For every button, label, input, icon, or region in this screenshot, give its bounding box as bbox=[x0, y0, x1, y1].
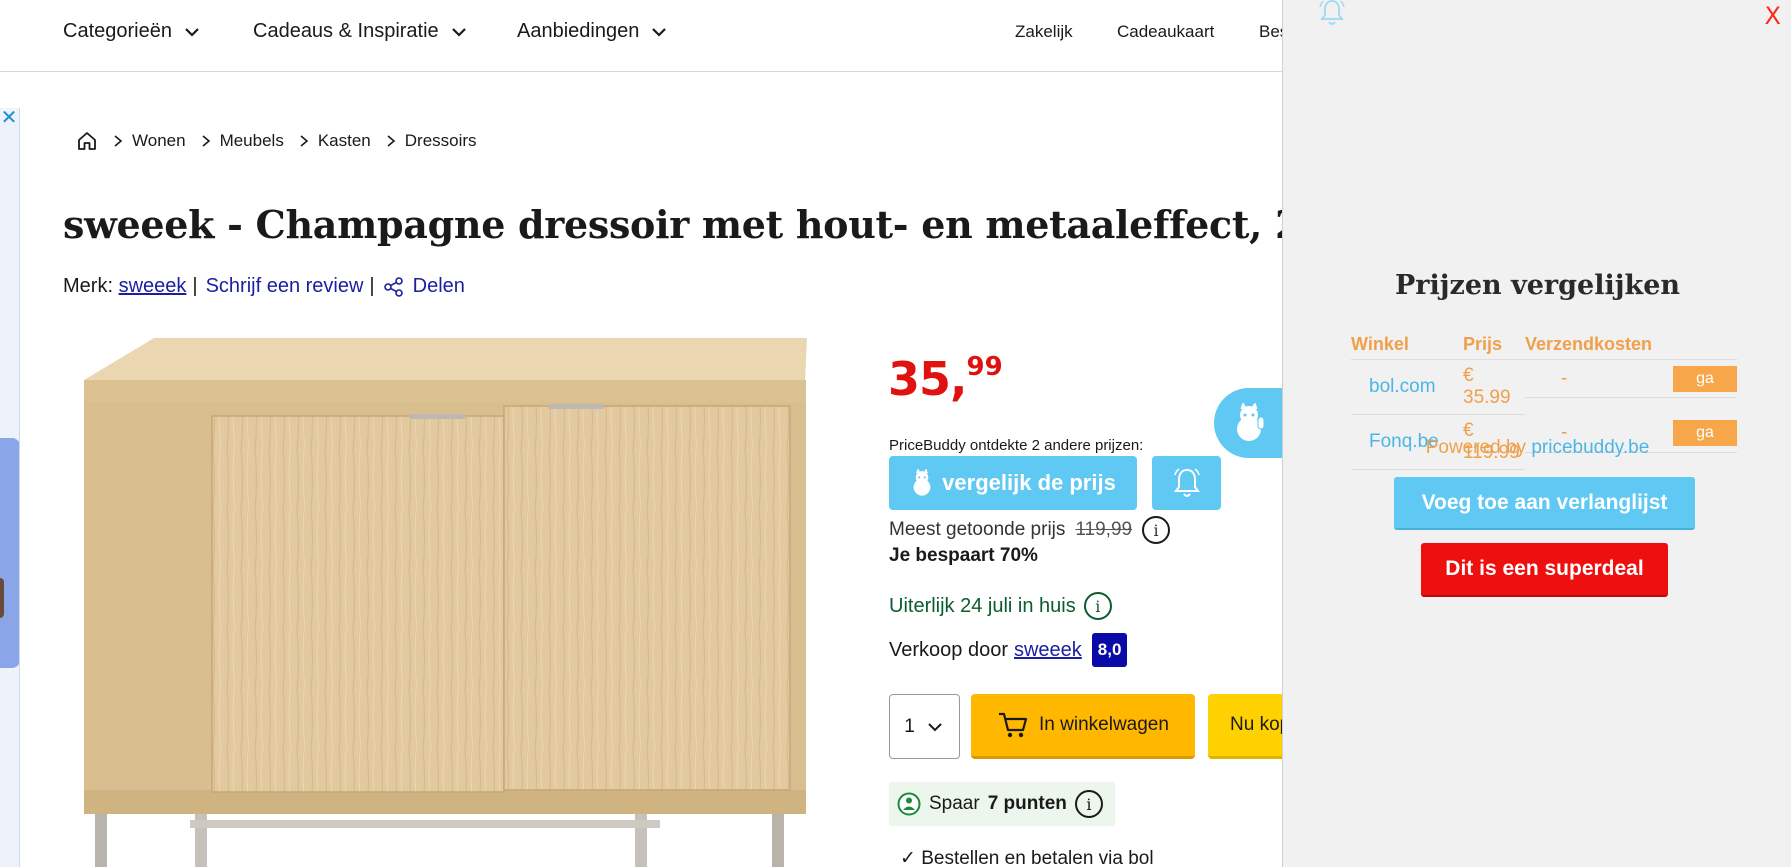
add-to-cart-button[interactable]: In winkelwagen bbox=[971, 694, 1195, 759]
share-icon[interactable] bbox=[383, 276, 405, 298]
breadcrumb-item-dressoirs[interactable]: Dressoirs bbox=[405, 131, 477, 151]
write-review-link[interactable]: Schrijf een review bbox=[206, 275, 364, 298]
nav-deals-label: Aanbiedingen bbox=[517, 20, 640, 42]
add-to-cart-label: In winkelwagen bbox=[1039, 714, 1169, 735]
price-cents: 99 bbox=[966, 351, 1003, 382]
delivery-row: Uiterlijk 24 juli in huis i bbox=[889, 592, 1112, 620]
breadcrumb-item-meubels[interactable]: Meubels bbox=[220, 131, 284, 151]
chevron-right-icon bbox=[200, 134, 212, 148]
product-image[interactable] bbox=[70, 330, 810, 867]
seller-row: Verkoop door sweeek 8,0 bbox=[889, 633, 1128, 667]
brand-label: Merk: bbox=[63, 275, 113, 297]
order-info-line: ✓ Bestellen en betalen via bol bbox=[900, 848, 1154, 867]
lucky-cat-icon bbox=[913, 469, 931, 496]
shop-price: € 35.99 bbox=[1463, 359, 1525, 415]
info-icon[interactable]: i bbox=[1083, 592, 1112, 620]
quantity-select[interactable]: 1 bbox=[889, 694, 960, 759]
ad-graphic-detail bbox=[0, 578, 4, 618]
panel-title: Prijzen vergelijken bbox=[1394, 270, 1681, 301]
home-icon[interactable] bbox=[76, 130, 98, 152]
price-alert-button[interactable] bbox=[1152, 456, 1221, 510]
product-price: 35,99 bbox=[888, 352, 1003, 406]
side-advertisement[interactable] bbox=[0, 108, 20, 867]
ad-graphic bbox=[0, 438, 19, 668]
ad-close-icon[interactable]: ✕ bbox=[0, 105, 18, 130]
quantity-value: 1 bbox=[904, 715, 915, 737]
go-button[interactable]: ga bbox=[1673, 365, 1737, 392]
seller-rating-badge[interactable]: 8,0 bbox=[1091, 633, 1128, 667]
nav-categories[interactable]: Categorieën bbox=[63, 20, 202, 43]
chevron-down-icon bbox=[185, 27, 199, 37]
shipping-cost: - bbox=[1561, 367, 1568, 389]
list-price-value: 119,99 bbox=[1075, 519, 1133, 540]
delivery-text: Uiterlijk 24 juli in huis bbox=[889, 594, 1076, 617]
powered-by: Powered by pricebuddy.be bbox=[1283, 437, 1791, 459]
price-whole: 35, bbox=[888, 352, 967, 406]
nav-business-link[interactable]: Zakelijk bbox=[1015, 22, 1073, 42]
seller-label: Verkoop door bbox=[889, 638, 1008, 661]
shop-link[interactable]: bol.com bbox=[1351, 359, 1463, 415]
chevron-down-icon bbox=[928, 722, 942, 731]
nav-categories-label: Categorieën bbox=[63, 20, 172, 42]
chevron-down-icon bbox=[652, 27, 667, 37]
divider: | bbox=[369, 275, 375, 297]
divider: | bbox=[192, 275, 198, 297]
loyalty-points: Spaar 7 punten i bbox=[889, 782, 1115, 826]
column-header-price: Prijs bbox=[1463, 334, 1525, 360]
points-value: 7 punten bbox=[987, 793, 1067, 814]
pricebuddy-link[interactable]: pricebuddy.be bbox=[1531, 437, 1649, 458]
info-icon[interactable]: i bbox=[1142, 516, 1171, 544]
share-link[interactable]: Delen bbox=[413, 275, 465, 298]
points-prefix: Spaar bbox=[929, 793, 980, 814]
bell-icon bbox=[1173, 468, 1200, 497]
breadcrumb: Wonen Meubels Kasten Dressoirs bbox=[76, 130, 477, 152]
panel-close-button[interactable]: X bbox=[1765, 2, 1781, 30]
nav-gifts-label: Cadeaus & Inspiratie bbox=[253, 20, 439, 42]
cart-icon bbox=[999, 712, 1028, 738]
nav-deals[interactable]: Aanbiedingen bbox=[517, 20, 669, 43]
compare-price-label: vergelijk de prijs bbox=[942, 470, 1116, 495]
superdeal-button[interactable]: Dit is een superdeal bbox=[1421, 543, 1668, 597]
breadcrumb-item-wonen[interactable]: Wonen bbox=[132, 131, 186, 151]
info-icon[interactable]: i bbox=[1074, 790, 1103, 818]
breadcrumb-item-kasten[interactable]: Kasten bbox=[318, 131, 371, 151]
chevron-right-icon bbox=[298, 134, 310, 148]
seller-link[interactable]: sweeek bbox=[1014, 639, 1082, 662]
column-header-shipping: Verzendkosten bbox=[1525, 334, 1737, 360]
points-icon bbox=[897, 792, 921, 816]
add-to-wishlist-button[interactable]: Voeg toe aan verlanglijst bbox=[1394, 477, 1695, 530]
powered-by-prefix: Powered by bbox=[1425, 437, 1527, 458]
product-title: sweeek - Champagne dressoir met hout- en… bbox=[63, 202, 1412, 247]
list-price-row: Meest getoonde prijs 119,99 i bbox=[889, 516, 1171, 544]
chevron-right-icon bbox=[112, 134, 124, 148]
pricebuddy-panel: X Prijzen vergelijken Winkel Prijs Verze… bbox=[1282, 0, 1791, 867]
nav-giftcard-link[interactable]: Cadeaukaart bbox=[1117, 22, 1214, 42]
pricebuddy-floating-button[interactable] bbox=[1214, 388, 1292, 458]
bell-icon[interactable] bbox=[1317, 0, 1347, 28]
pricebuddy-note: PriceBuddy ontdekte 2 andere prijzen: bbox=[889, 437, 1144, 454]
brand-line: Merk: sweeek | Schrijf een review | Dele… bbox=[63, 275, 465, 298]
chevron-down-icon bbox=[451, 27, 466, 37]
compare-price-button[interactable]: vergelijk de prijs bbox=[889, 456, 1137, 510]
lucky-cat-icon bbox=[1237, 403, 1265, 441]
chevron-right-icon bbox=[385, 134, 397, 148]
brand-link[interactable]: sweeek bbox=[119, 275, 187, 298]
nav-gifts[interactable]: Cadeaus & Inspiratie bbox=[253, 20, 469, 43]
savings-text: Je bespaart 70% bbox=[889, 545, 1038, 566]
column-header-shop: Winkel bbox=[1351, 334, 1463, 360]
list-price-label: Meest getoonde prijs bbox=[889, 519, 1066, 540]
table-row: bol.com € 35.99 - ga bbox=[1351, 359, 1737, 415]
